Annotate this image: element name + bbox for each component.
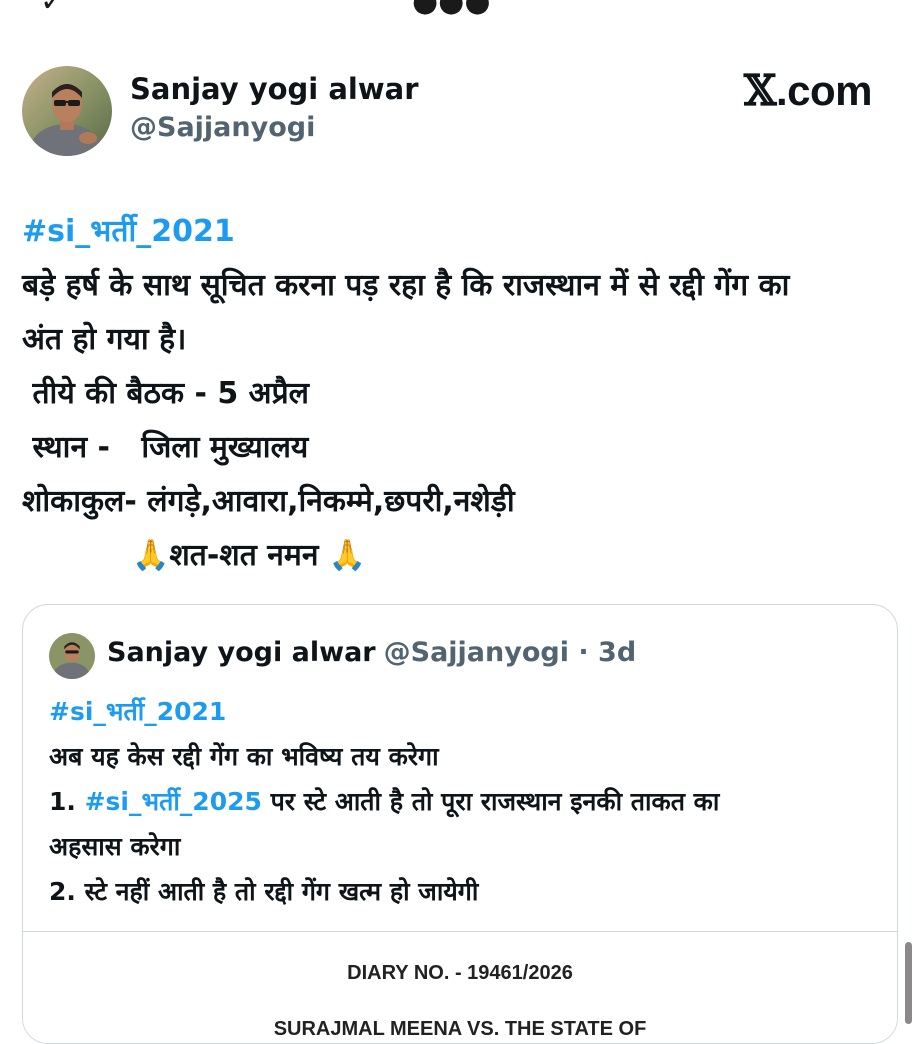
tweet-line: अंत हो गया है। (22, 322, 187, 357)
x-logo-icon: 𝕏.com (743, 66, 873, 115)
tweet-line: बड़े हर्ष के साथ सूचित करना पड़ रहा है क… (22, 268, 790, 303)
quoted-document-image[interactable]: DIARY NO. - 19461/2026 SURAJMAL MEENA VS… (23, 931, 897, 1043)
tweet-line: शोकाकुल- लंगड़े,आवारा,निकम्मे,छपरी,नशेड़… (22, 484, 515, 519)
scrollbar-thumb[interactable] (905, 942, 912, 1024)
quoted-tweet-text: #si_भर्ती_2021 अब यह केस रद्दी गेंग का भ… (49, 689, 879, 914)
document-case-title: SURAJMAL MEENA VS. THE STATE OF (273, 1018, 647, 1040)
quoted-tweet-header: Sanjay yogi alwar @Sajjanyogi · 3d (107, 637, 636, 668)
author-avatar[interactable] (22, 66, 112, 156)
author-name[interactable]: Sanjay yogi alwar (130, 72, 419, 106)
tweet-line: 🙏शत-शत नमन 🙏 (132, 538, 367, 573)
quoted-line-text: पर स्टे आती है तो पूरा राजस्थान इनकी ताक… (261, 787, 720, 816)
author-handle[interactable]: @Sajjanyogi (130, 112, 315, 143)
quoted-line: अहसास करेगा (49, 832, 181, 861)
quoted-hashtag-link-2025[interactable]: #si_भर्ती_2025 (85, 787, 262, 816)
previous-content-edge: ✓ ●●● (0, 0, 920, 16)
brand-domain: .com (775, 67, 873, 114)
document-diary-number: DIARY NO. - 19461/2026 (347, 962, 573, 984)
quoted-hashtag-link[interactable]: #si_भर्ती_2021 (49, 689, 879, 734)
quoted-line: 2. स्टे नहीं आती है तो रद्दी गेंग खत्म ह… (49, 877, 479, 906)
list-number: 1. (49, 787, 85, 816)
x-brand-mark: 𝕏 (743, 66, 777, 115)
quoted-line: 1. #si_भर्ती_2025 पर स्टे आती है तो पूरा… (49, 779, 879, 824)
quoted-author-handle-time[interactable]: @Sajjanyogi · 3d (384, 637, 637, 668)
quoted-line: अब यह केस रद्दी गेंग का भविष्य तय करेगा (49, 742, 439, 771)
quoted-author-name[interactable]: Sanjay yogi alwar (107, 637, 376, 668)
cut-off-icon: ✓ (40, 0, 65, 16)
tweet-line: स्थान - जिला मुख्यालय (22, 430, 309, 465)
quoted-tweet-card[interactable]: Sanjay yogi alwar @Sajjanyogi · 3d #si_भर… (22, 604, 898, 1044)
tweet-text: #si_भर्ती_2021 बड़े हर्ष के साथ सूचित कर… (22, 205, 902, 583)
cut-off-icon: ●●● (412, 0, 491, 16)
tweet-line: तीये की बैठक - 5 अप्रैल (22, 376, 310, 411)
tweet-hashtag-link[interactable]: #si_भर्ती_2021 (22, 205, 902, 259)
quoted-author-avatar[interactable] (49, 633, 95, 679)
